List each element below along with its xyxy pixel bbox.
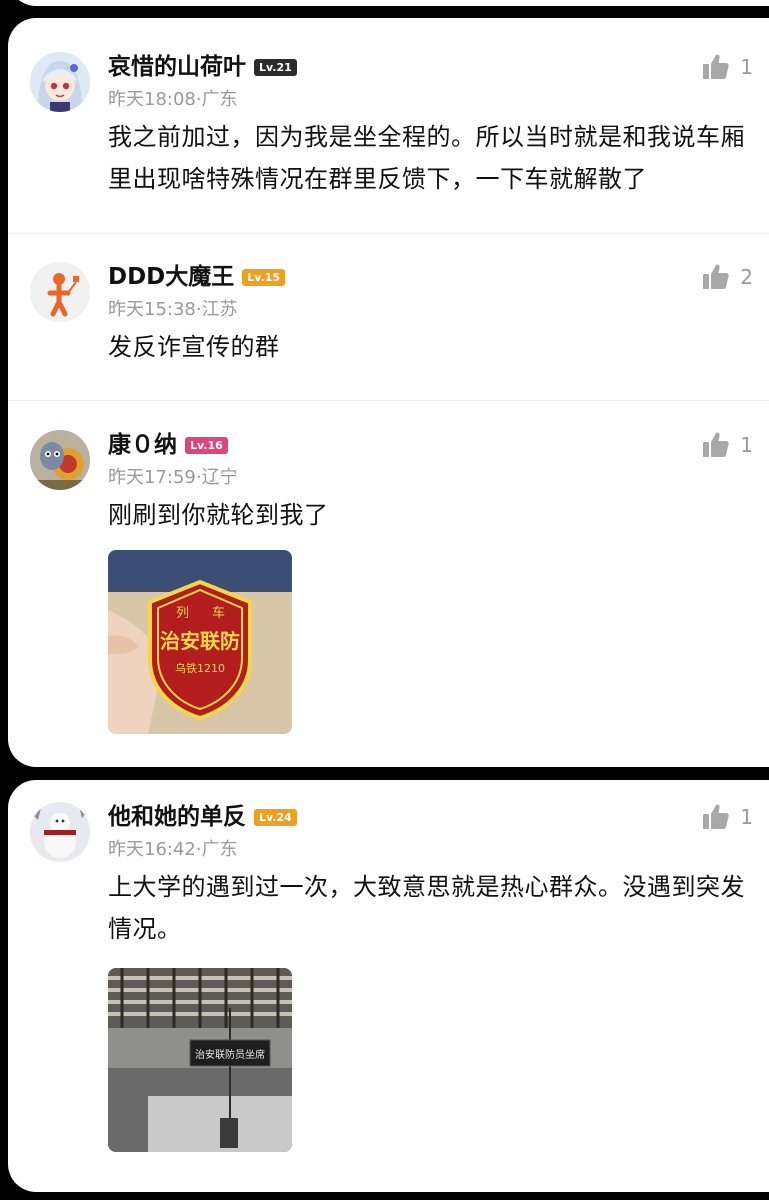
like-button[interactable]: 1 [702, 802, 753, 832]
stick-figure-avatar-icon[interactable] [30, 262, 90, 322]
thumbs-up-icon [703, 54, 729, 79]
username[interactable]: 哀惜的山荷叶 Lv.21 [108, 52, 297, 82]
level-badge: Lv.16 [185, 437, 228, 454]
thumbs-up-icon [703, 432, 729, 457]
level-badge: Lv.21 [254, 59, 297, 76]
comment-card: 他和她的单反 Lv.24 1 昨天16:42·广东 上大学的遇到过一次，大致意思就… [8, 780, 769, 1192]
comment-text: 我之前加过，因为我是坐全程的。所以当时就是和我说车厢里出现啥特殊情况在群里反馈下… [108, 123, 745, 193]
badge-sub-text: 乌铁1210 [175, 661, 225, 675]
thumbs-up-icon [703, 264, 729, 289]
username-text[interactable]: 哀惜的山荷叶 [108, 54, 246, 80]
username-text[interactable]: DDD大魔王 [108, 264, 234, 290]
username[interactable]: 他和她的单反 Lv.24 [108, 802, 297, 832]
anime-girl-avatar-icon[interactable] [30, 52, 90, 112]
like-count: 2 [740, 265, 753, 289]
like-count: 1 [740, 805, 753, 829]
like-button[interactable]: 2 [702, 262, 753, 292]
like-count: 1 [740, 55, 753, 79]
comment-photo[interactable]: 列 车 治安联防 乌铁1210 [108, 550, 292, 734]
comment-text: 发反诈宣传的群 [108, 333, 280, 361]
username[interactable]: DDD大魔王 Lv.15 [108, 262, 286, 292]
cartoon-cat-avatar-icon[interactable] [30, 430, 90, 490]
timestamp-location: 昨天16:42·广东 [108, 839, 238, 860]
timestamp-location: 昨天17:59·辽宁 [108, 467, 238, 488]
username-text[interactable]: 康０纳 [108, 432, 177, 458]
level-badge: Lv.15 [242, 269, 286, 286]
previous-card [8, 0, 769, 6]
thumbs-up-icon [703, 804, 729, 829]
comment-text: 刚刷到你就轮到我了 [108, 501, 329, 529]
username[interactable]: 康０纳 Lv.16 [108, 430, 228, 460]
like-count: 1 [740, 433, 753, 457]
snowman-avatar-icon[interactable] [30, 802, 90, 862]
badge-main-text: 治安联防 [160, 629, 240, 653]
comment-card: 哀惜的山荷叶 Lv.21 1 昨天18:08·广东 我之前加过，因为我是坐全程的。… [8, 18, 769, 767]
timestamp-location: 昨天18:08·广东 [108, 89, 238, 110]
level-badge: Lv.24 [254, 809, 297, 826]
comment-photo[interactable]: 治安联防员坐席 [108, 968, 292, 1152]
badge-top-text: 列 [176, 606, 189, 621]
like-button[interactable]: 1 [702, 430, 753, 460]
timestamp-location: 昨天15:38·江苏 [108, 299, 238, 320]
divider [8, 400, 769, 401]
username-text[interactable]: 他和她的单反 [108, 804, 246, 830]
divider [8, 233, 769, 234]
sign-text: 治安联防员坐席 [195, 1048, 265, 1061]
comment-text: 上大学的遇到过一次，大致意思就是热心群众。没遇到突发情况。 [108, 873, 745, 943]
like-button[interactable]: 1 [702, 52, 753, 82]
badge-top-text: 车 [212, 605, 225, 621]
